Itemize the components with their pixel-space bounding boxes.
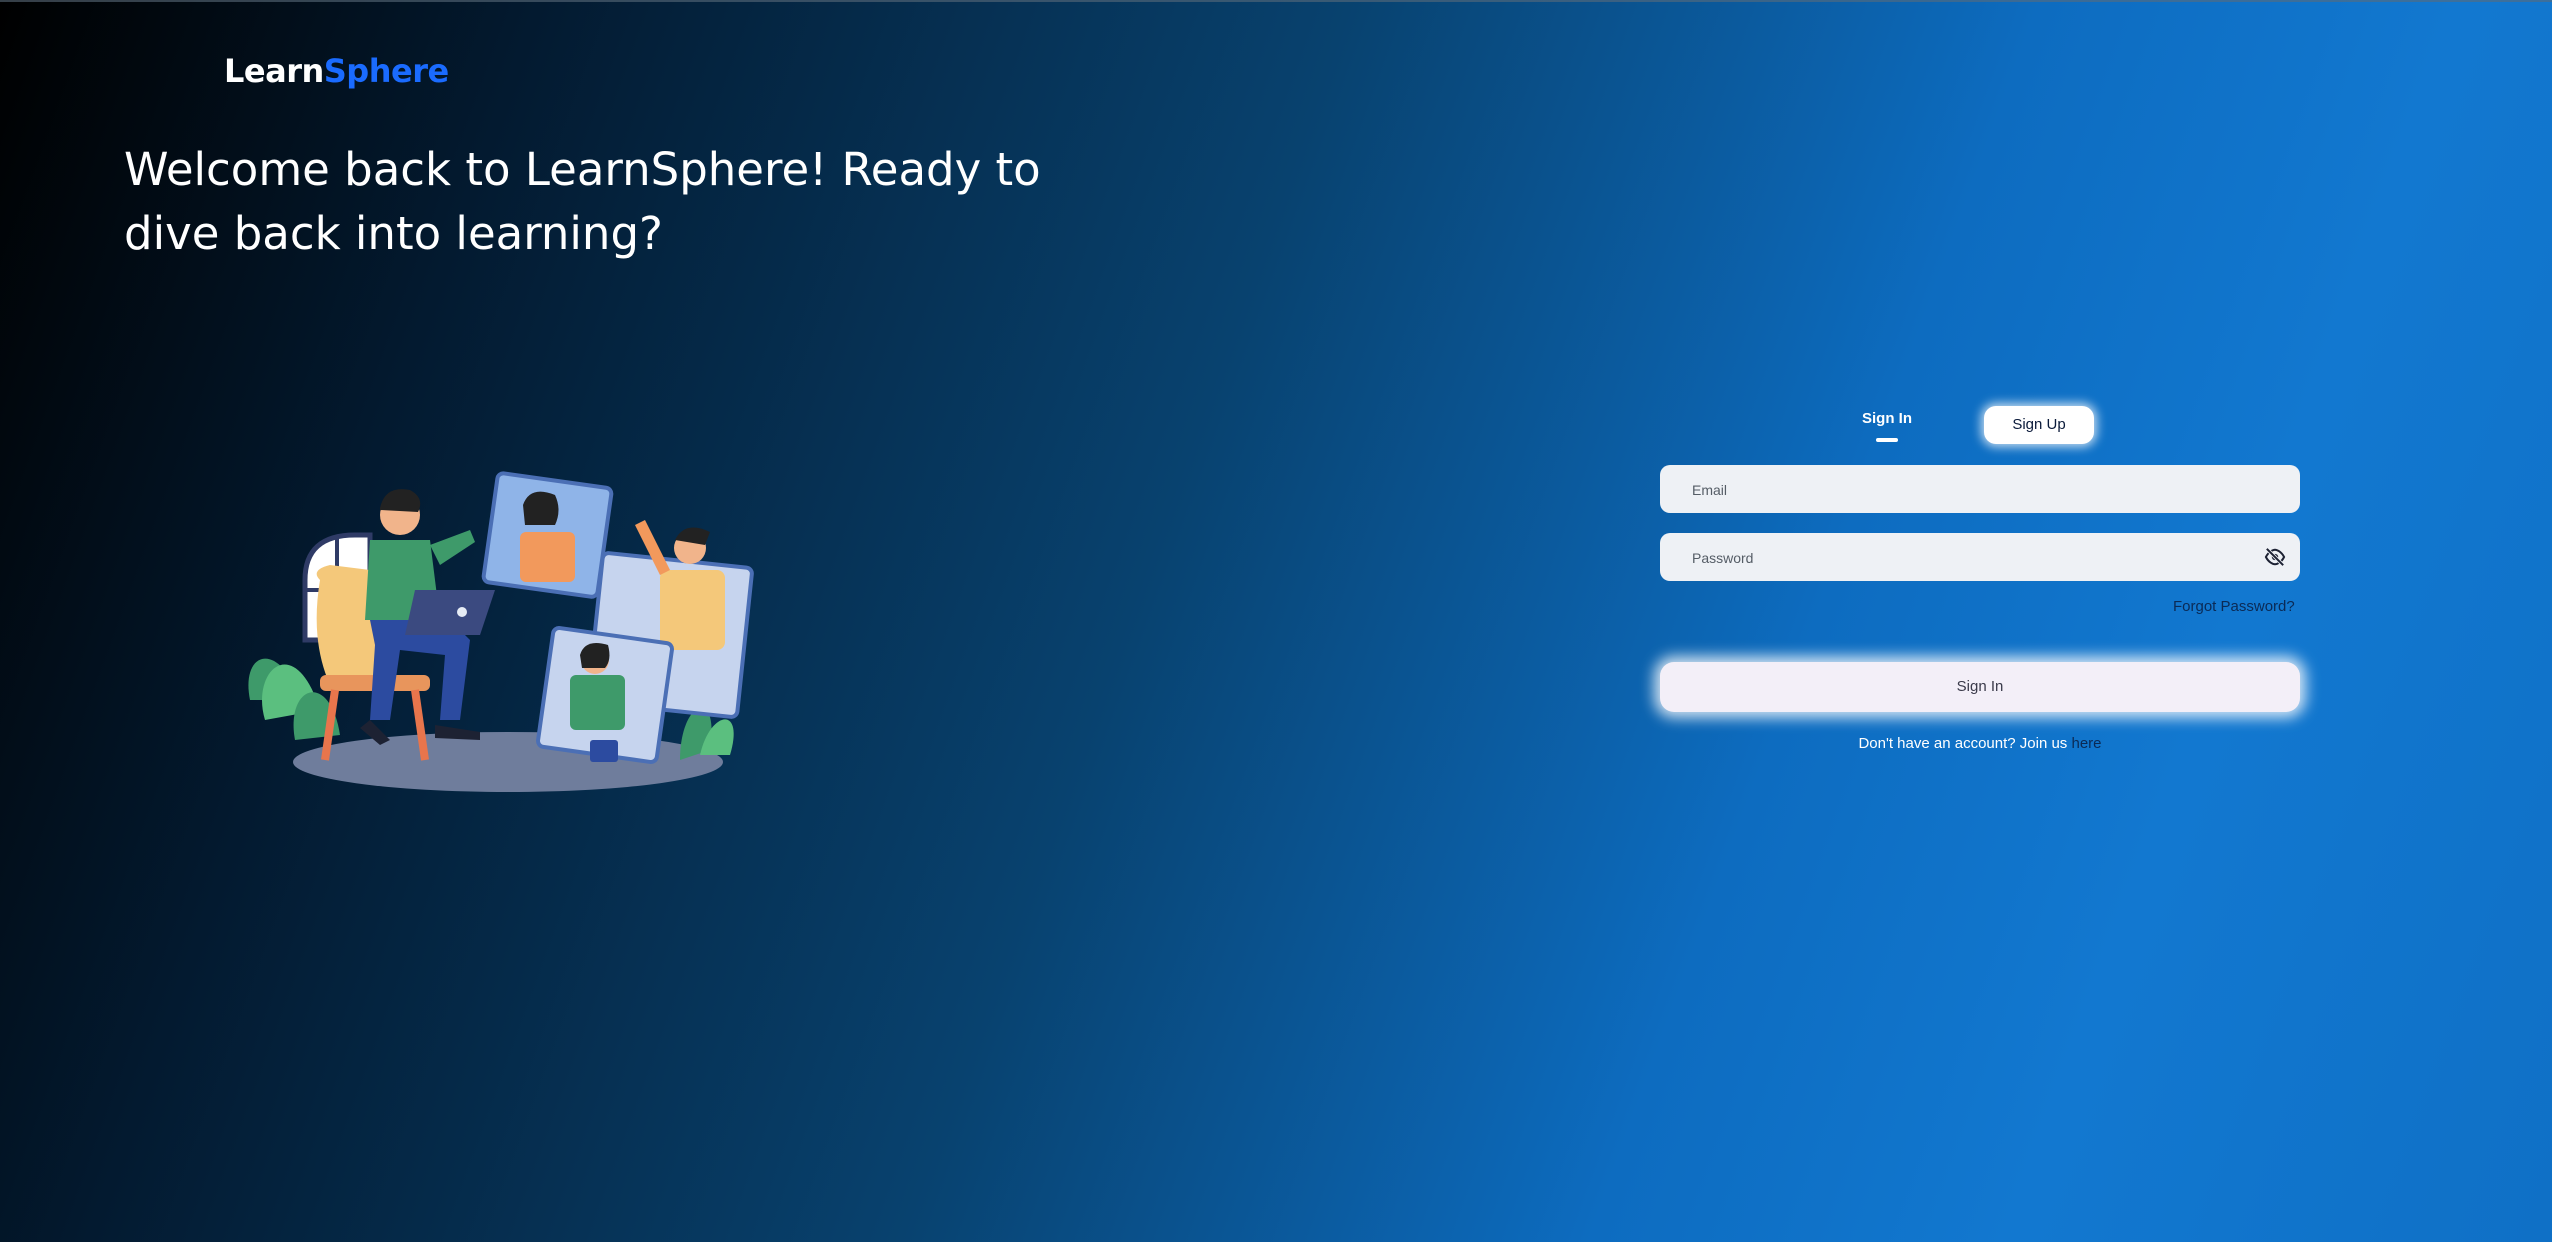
email-field xyxy=(1660,465,2300,515)
join-prompt: Don't have an account? Join us here xyxy=(1660,735,2300,752)
email-input[interactable] xyxy=(1690,465,2254,515)
top-border xyxy=(0,0,2552,2)
password-input[interactable] xyxy=(1690,533,2254,583)
online-learning-illustration xyxy=(248,471,754,792)
logo-part-sphere: Sphere xyxy=(323,52,449,90)
password-field xyxy=(1660,533,2300,583)
logo[interactable]: LearnSphere xyxy=(224,52,449,90)
login-page: LearnSphere Welcome back to LearnSphere!… xyxy=(0,0,2552,1242)
forgot-password-link[interactable]: Forgot Password? xyxy=(2173,598,2295,615)
welcome-headline: Welcome back to LearnSphere! Ready to di… xyxy=(124,143,1041,260)
logo-part-learn: Learn xyxy=(224,52,324,90)
tab-sign-in[interactable]: Sign In xyxy=(1830,410,1944,427)
eye-off-icon[interactable] xyxy=(2264,547,2286,567)
join-here-link[interactable]: here xyxy=(2071,735,2101,752)
join-prompt-text: Don't have an account? Join us xyxy=(1858,735,2072,752)
auth-tabs: Sign In Sign Up xyxy=(1830,404,2100,450)
tab-sign-up[interactable]: Sign Up xyxy=(1984,406,2094,444)
sign-in-button[interactable]: Sign In xyxy=(1660,662,2300,712)
active-tab-indicator xyxy=(1876,438,1898,442)
